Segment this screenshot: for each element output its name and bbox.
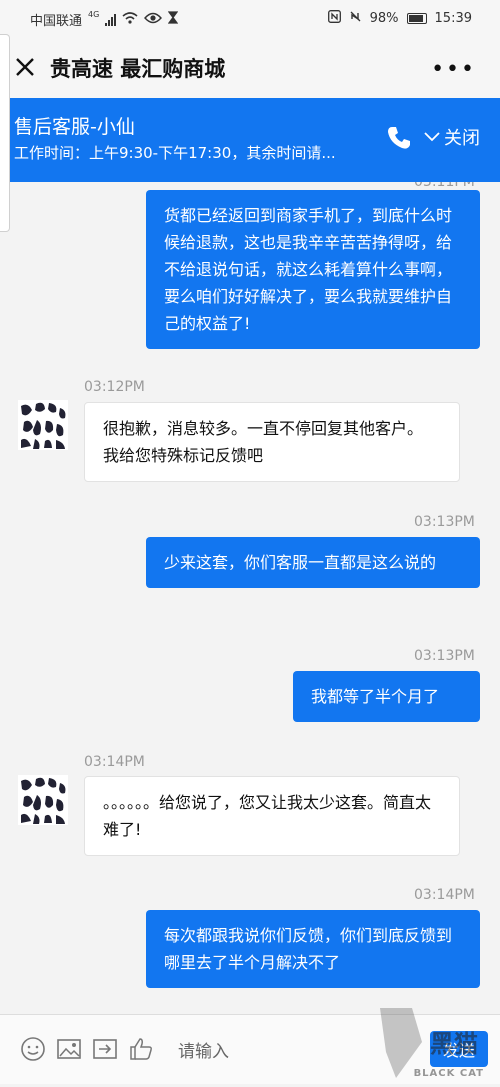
chat-area[interactable]: 03:11PM 货都已经返回到商家手机了，到底什么时候给退款，这也是我辛辛苦苦挣… <box>0 182 500 1014</box>
wifi-icon <box>122 11 138 28</box>
message-timestamp: 03:11PM <box>414 182 475 190</box>
more-options-icon[interactable]: ••• <box>431 57 476 82</box>
message-bubble-sent: 少来这套，你们客服一直都是这么说的 <box>146 537 480 588</box>
message-bubble-sent: 我都等了半个月了 <box>293 671 480 722</box>
page-title: 贵高速 最汇购商城 <box>50 57 226 81</box>
message-bubble-sent: 货都已经返回到商家手机了，到底什么时候给退款，这也是我辛辛苦苦挣得呀，给不给退说… <box>146 190 480 349</box>
battery-icon <box>406 13 427 24</box>
chevron-down-icon <box>424 132 440 142</box>
hourglass-icon <box>168 11 179 28</box>
carrier-label: 中国联通 <box>30 14 83 29</box>
thumbs-up-icon[interactable] <box>128 1036 154 1062</box>
emoji-icon[interactable] <box>20 1036 46 1062</box>
eye-icon <box>144 12 163 28</box>
message-input[interactable]: 请输入 <box>178 1037 229 1062</box>
send-button[interactable]: 发送 <box>430 1031 488 1067</box>
message-bubble-received: 。。。。。。给您说了，您又让我太少这套。简直太难了! <box>84 776 460 856</box>
agent-avatar <box>18 775 68 825</box>
transfer-icon[interactable] <box>92 1036 118 1062</box>
input-bar: 请输入 发送 <box>0 1014 500 1084</box>
image-icon[interactable] <box>56 1036 82 1062</box>
message-timestamp: 03:14PM <box>414 887 475 903</box>
signal-icon <box>105 13 117 26</box>
close-icon[interactable] <box>14 56 36 78</box>
agent-hours: 工作时间：上午9:30-下午17:30，其余时间请... <box>14 144 336 162</box>
battery-percent: 98% <box>369 11 399 26</box>
message-bubble-received: 很抱歉，消息较多。一直不停回复其他客户。 我给您特殊标记反馈吧 <box>84 402 460 482</box>
message-timestamp: 03:13PM <box>414 514 475 530</box>
status-bar: 中国联通 4G 98% 15:39 <box>0 0 500 38</box>
agent-avatar <box>18 400 68 450</box>
app-header: 贵高速 最汇购商城 ••• <box>0 38 500 98</box>
nfc-icon <box>327 10 341 27</box>
message-timestamp: 03:12PM <box>84 379 145 395</box>
close-banner-button[interactable]: 关闭 <box>424 124 480 150</box>
network-label: 4G <box>88 10 100 19</box>
agent-name: 售后客服-小仙 <box>14 116 135 138</box>
message-timestamp: 03:13PM <box>414 648 475 664</box>
agent-banner: 售后客服-小仙 工作时间：上午9:30-下午17:30，其余时间请... 关闭 <box>0 98 500 182</box>
close-banner-label: 关闭 <box>444 128 480 149</box>
clock-time: 15:39 <box>434 11 472 26</box>
message-bubble-sent: 每次都跟我说你们反馈，你们到底反馈到哪里去了半个月解决不了 <box>146 910 480 988</box>
message-timestamp: 03:14PM <box>84 754 145 770</box>
phone-icon[interactable] <box>386 125 412 151</box>
mute-icon <box>349 10 362 27</box>
